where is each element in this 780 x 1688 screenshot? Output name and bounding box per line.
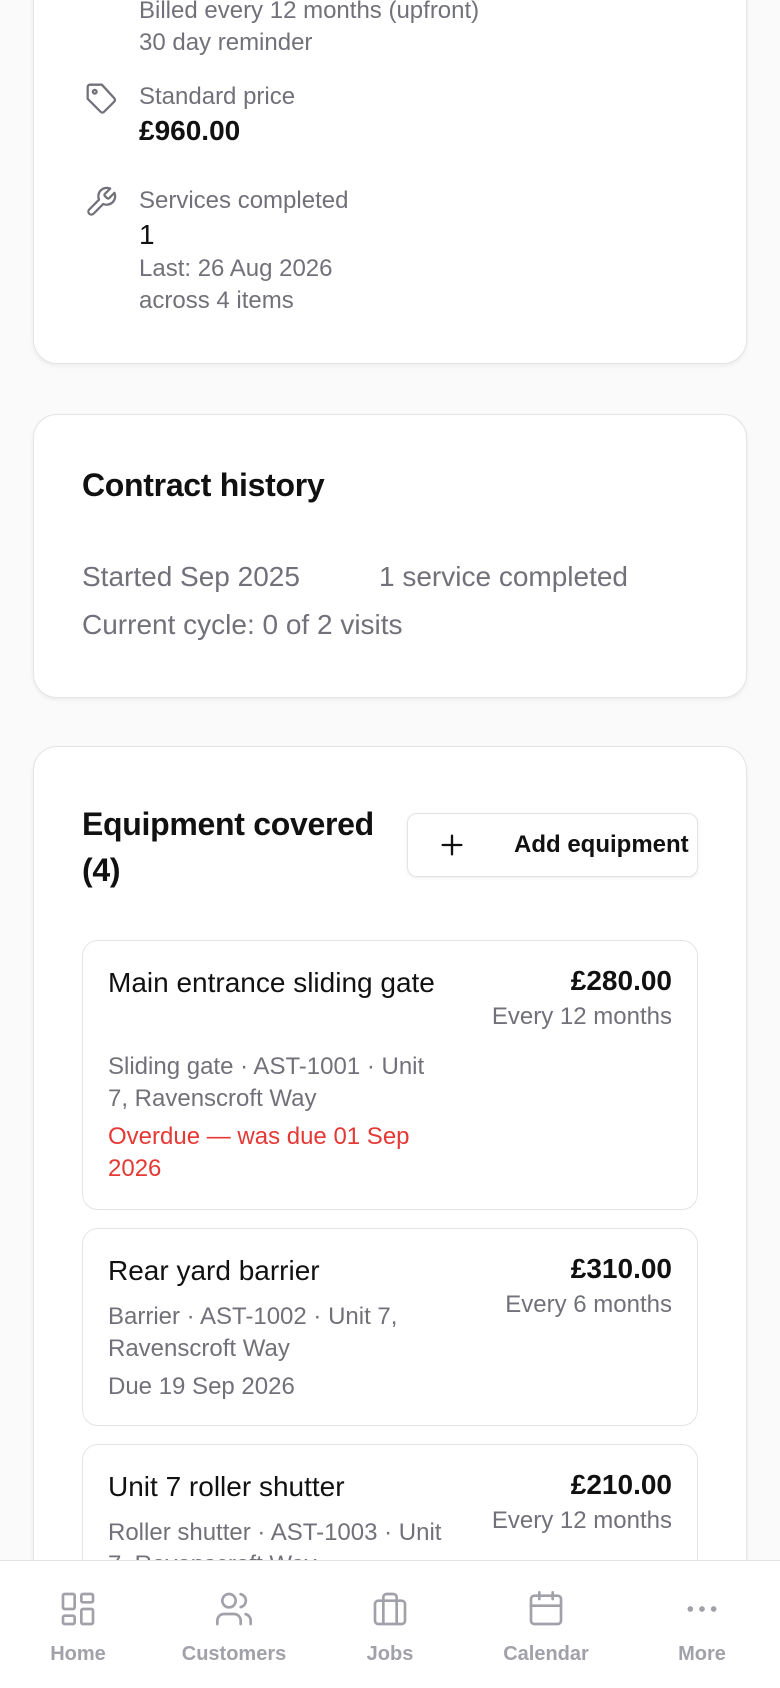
equipment-price: £210.00 — [570, 1469, 672, 1500]
equipment-frequency: Every 12 months — [491, 1003, 672, 1030]
bottom-navigation: Home Customers Jobs Calendar More — [0, 1560, 780, 1688]
equipment-name: Main entrance sliding gate — [108, 967, 435, 998]
tag-icon — [84, 81, 118, 115]
equipment-price: £310.00 — [570, 1253, 672, 1284]
nav-jobs-label: Jobs — [366, 1643, 414, 1665]
calendar-icon — [529, 1591, 563, 1626]
equipment-meta: Sliding gate · AST-1001 · Unit 7, Ravens… — [108, 1053, 425, 1112]
reminder-text: 30 day reminder — [139, 29, 313, 56]
history-current-cycle: Current cycle: 0 of 2 visits — [82, 609, 403, 640]
equipment-covered-title: Equipment covered (4) — [82, 806, 374, 888]
nav-more-label: More — [678, 1643, 726, 1665]
history-started: Started Sep 2025 — [82, 561, 300, 592]
plus-icon — [434, 827, 470, 863]
nav-calendar-label: Calendar — [503, 1643, 589, 1665]
contract-history-card: Contract history Started Sep 2025 1 serv… — [33, 414, 747, 698]
contract-summary-card: Billed every 12 months (upfront) 30 day … — [33, 0, 747, 364]
last-service-date: Last: 26 Aug 2026 — [139, 255, 333, 282]
history-services: 1 service completed — [379, 561, 629, 592]
more-icon — [687, 1606, 717, 1612]
services-completed-label: Services completed — [139, 187, 349, 214]
nav-home[interactable]: Home — [0, 1561, 156, 1688]
nav-more[interactable]: More — [624, 1561, 780, 1688]
jobs-icon — [373, 1592, 407, 1626]
services-completed-count: 1 — [139, 219, 155, 250]
equipment-due-date: Due 19 Sep 2026 — [108, 1373, 295, 1400]
items-count: across 4 items — [139, 287, 294, 314]
equipment-item[interactable]: Rear yard barrier Barrier · AST-1002 · U… — [82, 1228, 698, 1426]
add-equipment-label: Add equipment — [514, 831, 689, 858]
billing-frequency: Billed every 12 months (upfront) — [139, 0, 480, 24]
equipment-frequency: Every 6 months — [505, 1291, 672, 1318]
nav-customers-label: Customers — [181, 1643, 287, 1665]
equipment-price: £280.00 — [570, 965, 672, 996]
customers-icon — [216, 1592, 253, 1626]
contract-history-title: Contract history — [82, 467, 325, 503]
nav-customers[interactable]: Customers — [156, 1561, 312, 1688]
wrench-icon — [84, 185, 118, 219]
equipment-overdue-status: Overdue — was due 01 Sep 2026 — [108, 1123, 410, 1182]
nav-jobs[interactable]: Jobs — [312, 1561, 468, 1688]
equipment-covered-card: Equipment covered (4) Add equipment Main… — [33, 746, 747, 1688]
nav-calendar[interactable]: Calendar — [468, 1561, 624, 1688]
equipment-name: Unit 7 roller shutter — [108, 1471, 345, 1502]
equipment-item[interactable]: Main entrance sliding gate Sliding gate … — [82, 940, 698, 1210]
standard-price-value: £960.00 — [139, 115, 241, 146]
standard-price-label: Standard price — [139, 83, 296, 110]
nav-home-label: Home — [50, 1643, 106, 1665]
equipment-meta: Barrier · AST-1002 · Unit 7, Ravenscroft… — [108, 1303, 398, 1362]
equipment-name: Rear yard barrier — [108, 1255, 320, 1286]
equipment-frequency: Every 12 months — [491, 1507, 672, 1534]
home-icon — [61, 1592, 95, 1626]
add-equipment-button[interactable]: Add equipment — [407, 813, 698, 877]
